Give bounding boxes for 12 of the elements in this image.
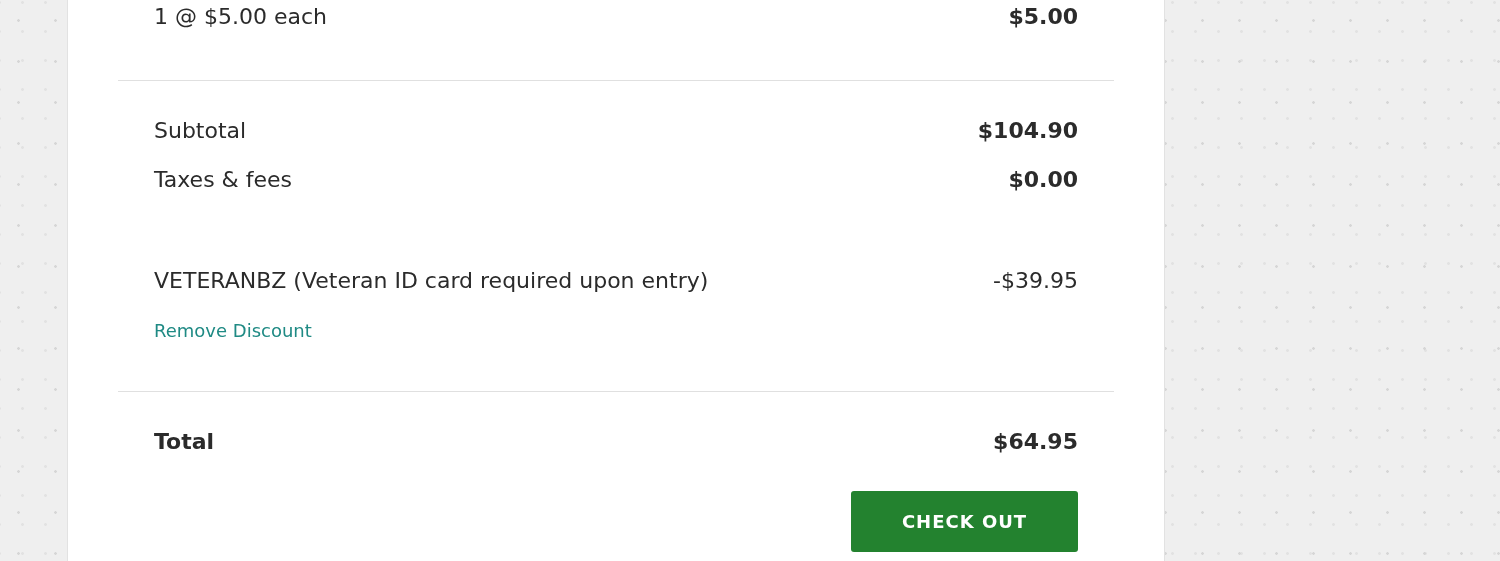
summary-amount: $104.90 [977, 117, 1078, 143]
summary-amount: $0.00 [1008, 166, 1078, 192]
total-amount: $64.95 [993, 428, 1078, 454]
summary-label: Subtotal [154, 117, 247, 143]
total-label: Total [154, 428, 215, 454]
remove-discount-link[interactable]: Remove Discount [154, 319, 312, 341]
discount-amount: -$39.95 [993, 267, 1078, 293]
quantity-line: 1 @ $5.00 each [154, 3, 327, 29]
discount-label: VETERANBZ (Veteran ID card required upon entry) [154, 267, 709, 293]
summary-label: Taxes & fees [154, 166, 293, 192]
checkout-button[interactable]: CHECK OUT [851, 491, 1078, 552]
item-amount: $5.00 [1008, 3, 1078, 29]
